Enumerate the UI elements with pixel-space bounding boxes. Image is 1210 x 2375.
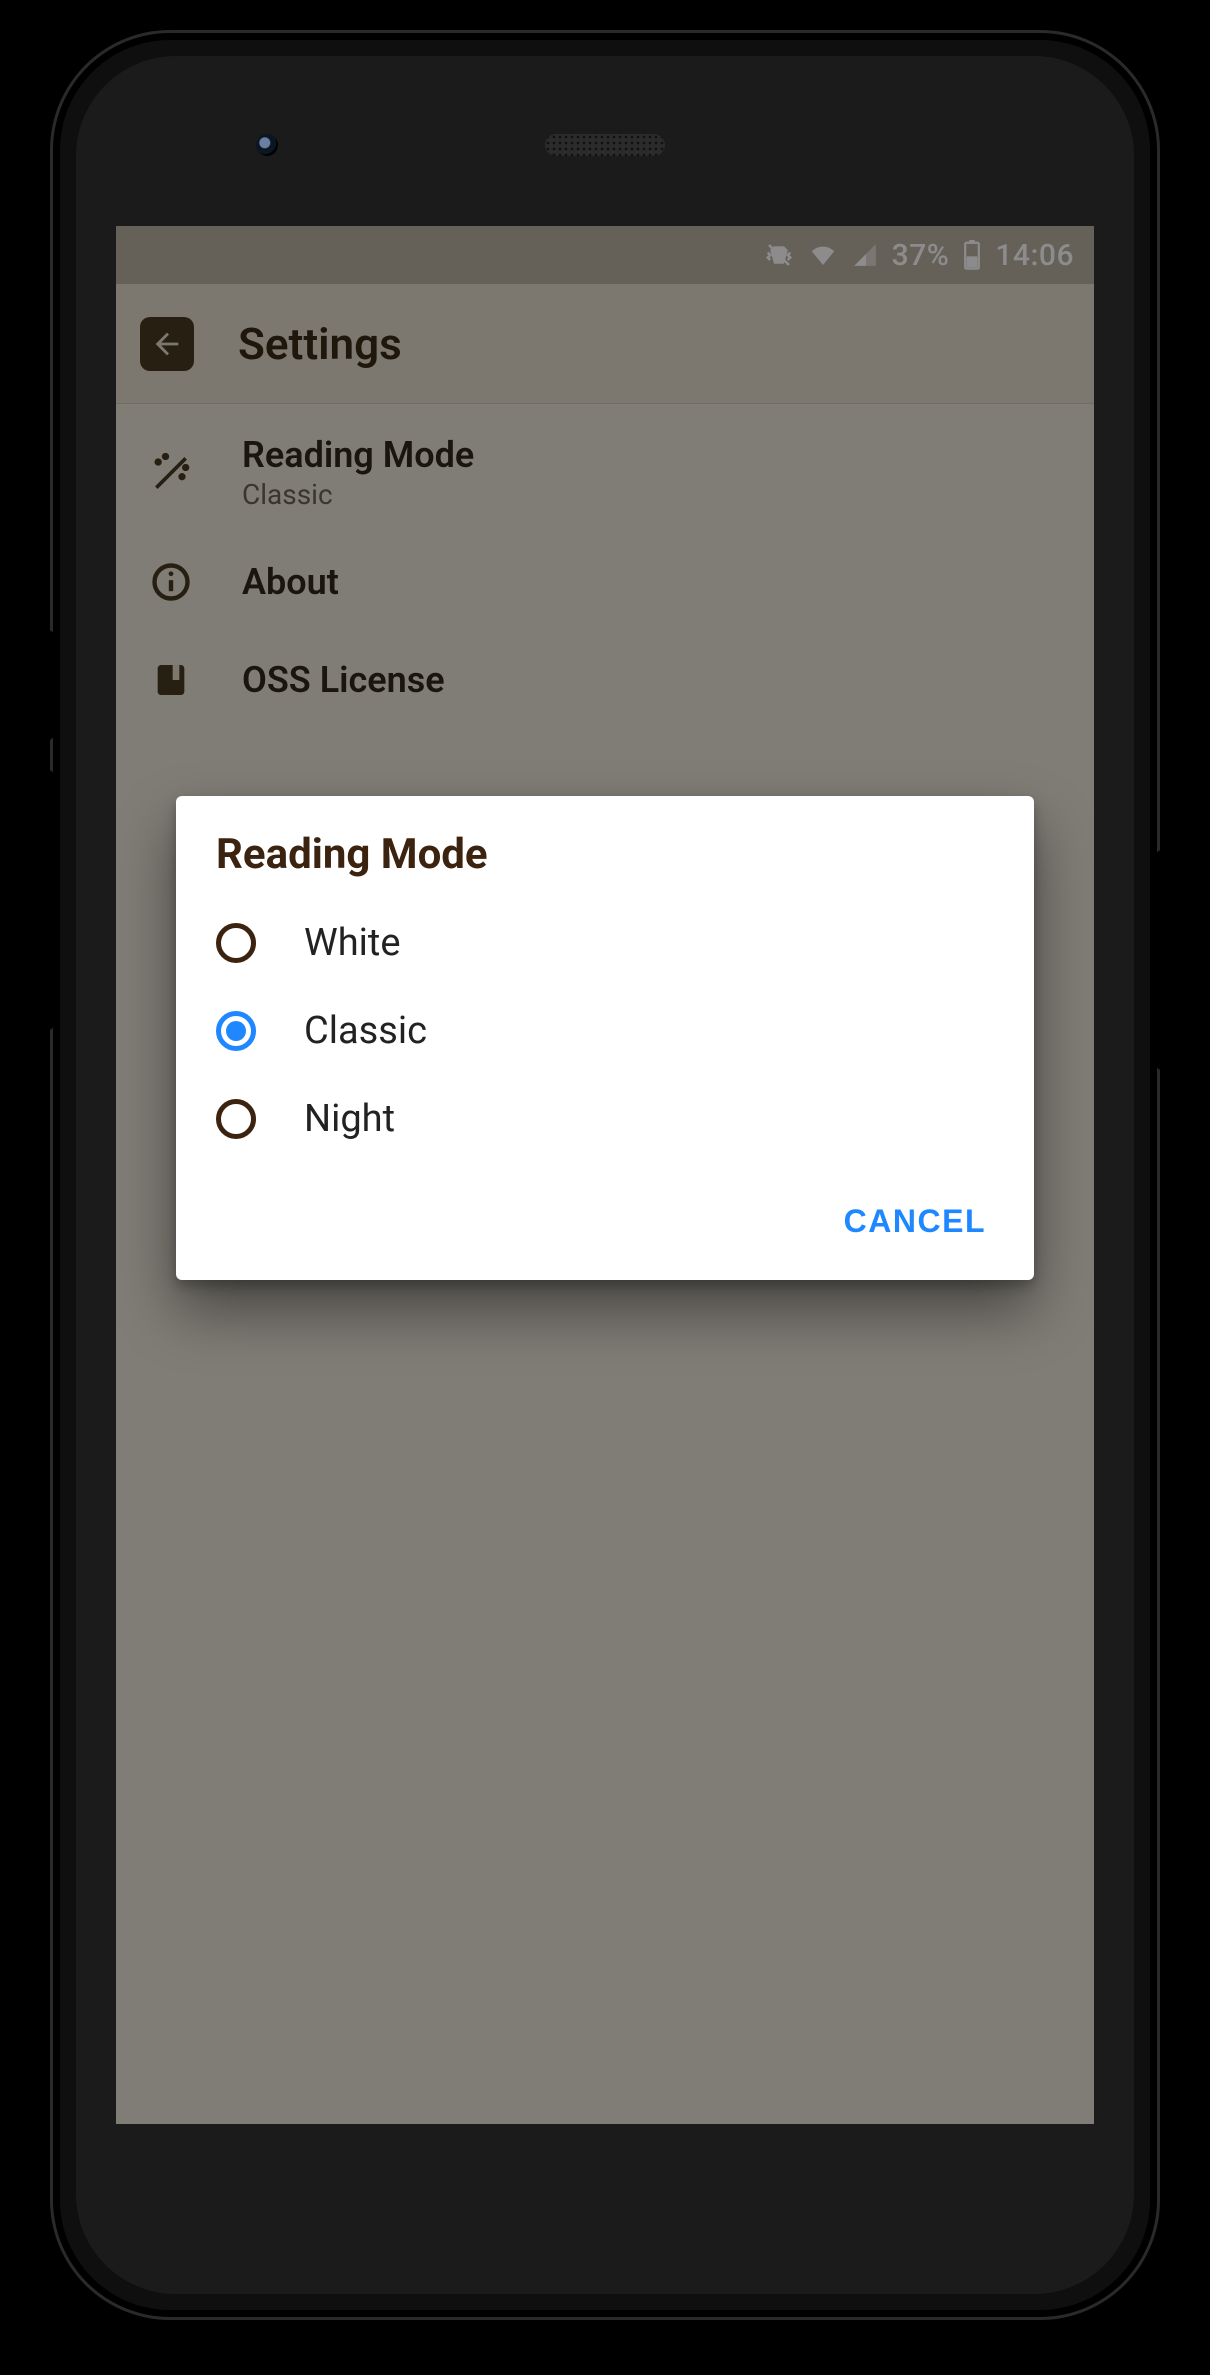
dialog-actions: CANCEL	[176, 1171, 1034, 1264]
option-label: Night	[304, 1097, 395, 1141]
reading-mode-dialog: Reading Mode White Classic Night	[176, 796, 1034, 1280]
dialog-title: Reading Mode	[176, 830, 1034, 891]
cancel-button[interactable]: CANCEL	[826, 1189, 1004, 1254]
power-button	[1156, 850, 1170, 1070]
phone-frame: 37% 14:06 Settings	[50, 30, 1160, 2320]
earpiece-speaker	[545, 134, 665, 156]
front-camera	[256, 134, 278, 156]
dialog-options: White Classic Night	[176, 891, 1034, 1171]
option-night[interactable]: Night	[176, 1075, 1034, 1163]
volume-down-button	[40, 770, 54, 1030]
option-classic[interactable]: Classic	[176, 987, 1034, 1075]
screen: 37% 14:06 Settings	[116, 226, 1094, 2124]
phone-bezel: 37% 14:06 Settings	[76, 56, 1134, 2294]
radio-selected-icon	[216, 1011, 256, 1051]
option-label: White	[304, 921, 400, 965]
radio-icon	[216, 1099, 256, 1139]
option-white[interactable]: White	[176, 899, 1034, 987]
volume-up-button	[40, 630, 54, 740]
radio-icon	[216, 923, 256, 963]
option-label: Classic	[304, 1009, 427, 1053]
